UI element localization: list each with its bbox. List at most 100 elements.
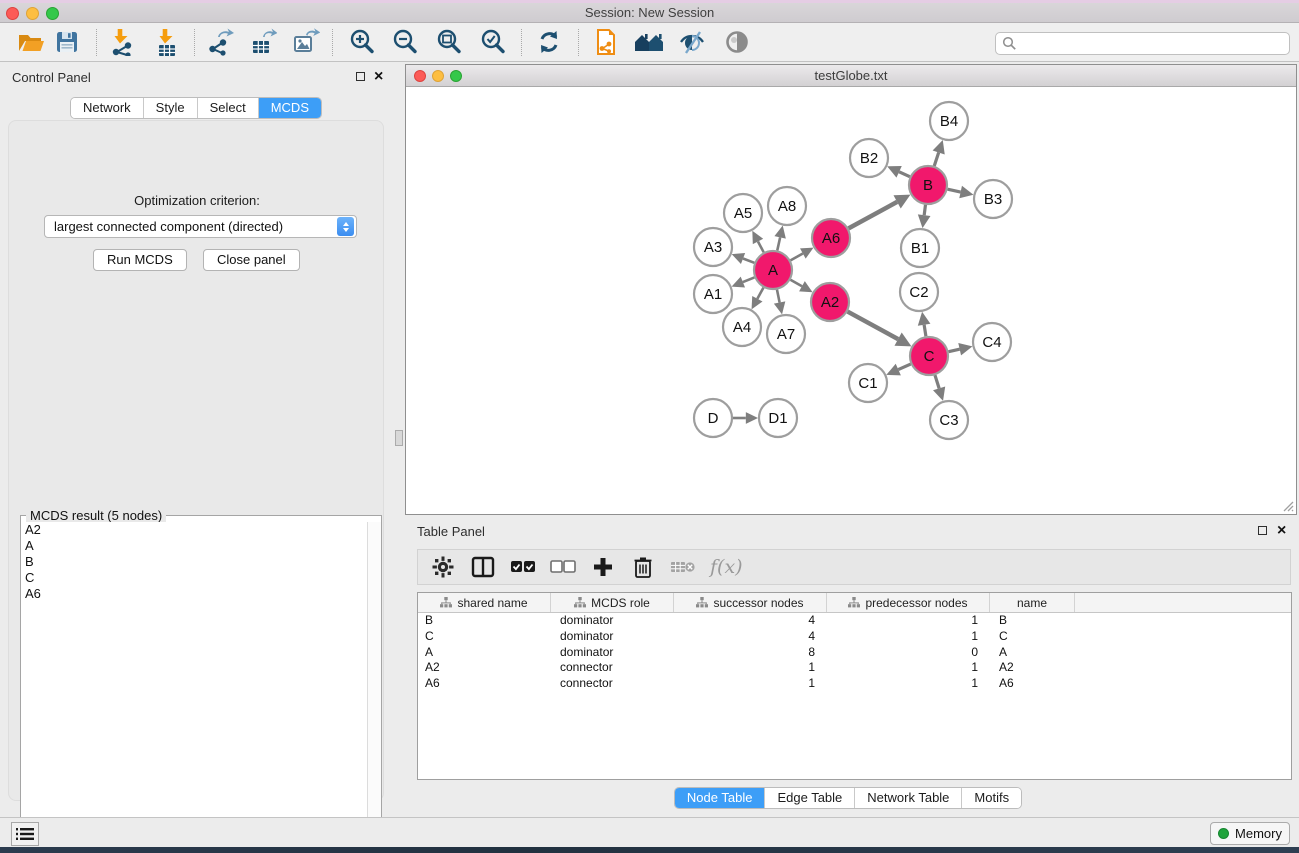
close-panel-icon[interactable]: × xyxy=(374,72,383,82)
open-folder-icon[interactable] xyxy=(13,25,49,59)
graph-node-B1[interactable]: B1 xyxy=(901,229,939,267)
table-cell[interactable]: A6 xyxy=(990,676,1075,692)
tab-style[interactable]: Style xyxy=(143,98,197,118)
table-cell[interactable]: A xyxy=(418,645,551,661)
graph-node-A[interactable]: A xyxy=(754,251,792,289)
graph-edge-A6-B[interactable] xyxy=(849,195,911,229)
import-table-icon[interactable] xyxy=(149,25,185,59)
add-column-icon[interactable] xyxy=(590,554,616,580)
hide-graphics-details-icon[interactable] xyxy=(674,25,710,59)
table-row[interactable]: Adominator80A xyxy=(418,645,1291,661)
graph-edge-B-B1[interactable] xyxy=(918,205,931,228)
graph-node-C2[interactable]: C2 xyxy=(900,273,938,311)
table-cell[interactable]: B xyxy=(418,613,551,629)
mcds-result-scrollbar[interactable] xyxy=(367,522,381,850)
node-table[interactable]: shared nameMCDS rolesuccessor nodesprede… xyxy=(417,592,1292,780)
graph-node-A2[interactable]: A2 xyxy=(811,283,849,321)
table-cell[interactable]: A6 xyxy=(418,676,551,692)
export-network-icon[interactable] xyxy=(202,25,238,59)
graph-edge-A2-C[interactable] xyxy=(848,312,912,347)
refresh-icon[interactable] xyxy=(531,25,567,59)
table-cell[interactable]: C xyxy=(418,629,551,645)
table-cell[interactable]: 8 xyxy=(674,645,827,661)
graph-edge-B-B2[interactable] xyxy=(887,166,910,178)
minimize-view-button[interactable] xyxy=(432,70,444,82)
tab-network[interactable]: Network xyxy=(71,98,143,118)
float-panel-icon[interactable] xyxy=(356,72,365,81)
graph-edge-A-A2[interactable] xyxy=(790,280,812,292)
graph-node-A8[interactable]: A8 xyxy=(768,187,806,225)
show-graphics-details-icon[interactable] xyxy=(719,25,755,59)
network-from-file-icon[interactable] xyxy=(588,25,624,59)
mcds-result-list[interactable]: A2ABCA6 xyxy=(21,522,367,850)
export-table-icon[interactable] xyxy=(245,25,281,59)
column-header-name[interactable]: name xyxy=(990,593,1075,612)
graph-node-A4[interactable]: A4 xyxy=(723,308,761,346)
zoom-view-button[interactable] xyxy=(450,70,462,82)
table-row[interactable]: A2connector11A2 xyxy=(418,660,1291,676)
table-row[interactable]: Cdominator41C xyxy=(418,629,1291,645)
graph-node-B3[interactable]: B3 xyxy=(974,180,1012,218)
graph-edge-A-A4[interactable] xyxy=(752,288,764,310)
search-input[interactable] xyxy=(1022,37,1283,51)
run-mcds-button[interactable]: Run MCDS xyxy=(93,249,187,271)
table-row[interactable]: A6connector11A6 xyxy=(418,676,1291,692)
optimization-criterion-select[interactable]: largest connected component (directed) xyxy=(44,215,357,238)
table-cell[interactable]: connector xyxy=(551,660,674,676)
table-cell[interactable]: dominator xyxy=(551,613,674,629)
tab-select[interactable]: Select xyxy=(197,98,258,118)
zoom-fit-icon[interactable] xyxy=(431,25,467,59)
close-window-button[interactable] xyxy=(6,7,19,20)
mcds-result-item[interactable]: A2 xyxy=(21,522,367,538)
graph-node-B[interactable]: B xyxy=(909,166,947,204)
mcds-result-item[interactable]: B xyxy=(21,554,367,570)
column-header-successor-nodes[interactable]: successor nodes xyxy=(674,593,827,612)
graph-edge-A-A5[interactable] xyxy=(752,231,763,253)
graph-edge-B-B4[interactable] xyxy=(933,140,945,166)
table-cell[interactable]: dominator xyxy=(551,629,674,645)
table-cell[interactable]: connector xyxy=(551,676,674,692)
tab-node-table[interactable]: Node Table xyxy=(675,788,765,808)
graph-edge-C-C1[interactable] xyxy=(886,364,910,376)
settings-gear-icon[interactable] xyxy=(430,554,456,580)
graph-node-D[interactable]: D xyxy=(694,399,732,437)
graph-node-A5[interactable]: A5 xyxy=(724,194,762,232)
zoom-in-icon[interactable] xyxy=(344,25,380,59)
tab-edge-table[interactable]: Edge Table xyxy=(764,788,854,808)
mcds-result-item[interactable]: A6 xyxy=(21,586,367,602)
column-header-predecessor-nodes[interactable]: predecessor nodes xyxy=(827,593,990,612)
table-cell[interactable]: 1 xyxy=(827,613,990,629)
select-all-checks-icon[interactable] xyxy=(510,554,536,580)
table-cell[interactable]: 1 xyxy=(827,660,990,676)
graph-node-C[interactable]: C xyxy=(910,337,948,375)
table-cell[interactable]: 1 xyxy=(827,629,990,645)
table-cell[interactable]: A2 xyxy=(418,660,551,676)
table-cell[interactable]: 1 xyxy=(674,660,827,676)
zoom-window-button[interactable] xyxy=(46,7,59,20)
function-builder-icon[interactable]: f(x) xyxy=(710,556,743,578)
graph-edge-A-A3[interactable] xyxy=(732,253,755,264)
graph-node-C4[interactable]: C4 xyxy=(973,323,1011,361)
import-network-icon[interactable] xyxy=(104,25,140,59)
graph-node-C1[interactable]: C1 xyxy=(849,364,887,402)
delete-column-icon[interactable] xyxy=(630,554,656,580)
graph-edge-A-A6[interactable] xyxy=(791,248,814,261)
close-view-button[interactable] xyxy=(414,70,426,82)
table-cell[interactable]: C xyxy=(990,629,1075,645)
table-row[interactable]: Bdominator41B xyxy=(418,613,1291,629)
graph-edge-B-B3[interactable] xyxy=(948,186,974,198)
tab-motifs[interactable]: Motifs xyxy=(961,788,1021,808)
table-cell[interactable]: 0 xyxy=(827,645,990,661)
network-canvas[interactable]: B4B2BB3A8A5A6A3B1AC2A1A2A4A7C4CC1DD1C3 xyxy=(407,88,1295,513)
mcds-result-item[interactable]: C xyxy=(21,570,367,586)
tab-network-table[interactable]: Network Table xyxy=(854,788,961,808)
table-cell[interactable]: 1 xyxy=(827,676,990,692)
resize-grip-icon[interactable] xyxy=(1281,499,1294,512)
search-box[interactable] xyxy=(995,32,1290,55)
table-cell[interactable]: 4 xyxy=(674,613,827,629)
deselect-all-checks-icon[interactable] xyxy=(550,554,576,580)
table-cell[interactable]: 1 xyxy=(674,676,827,692)
graph-node-A7[interactable]: A7 xyxy=(767,315,805,353)
console-button[interactable] xyxy=(11,822,39,846)
network-window-titlebar[interactable]: testGlobe.txt xyxy=(406,65,1296,87)
